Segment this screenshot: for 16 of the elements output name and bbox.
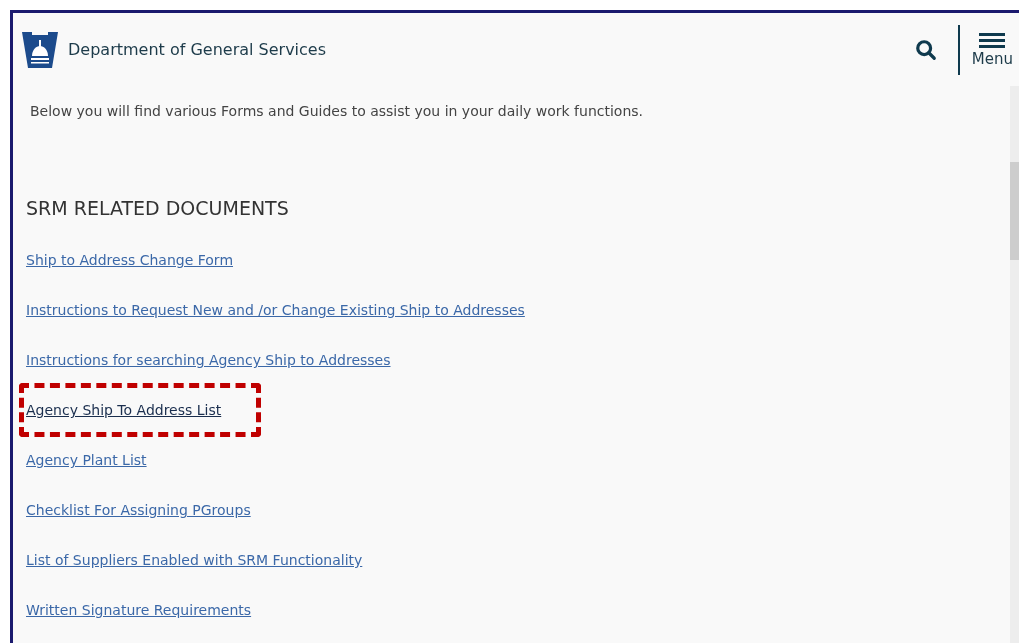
document-link[interactable]: List of Suppliers Enabled with SRM Functionality	[26, 550, 363, 571]
document-link[interactable]: Instructions to Request New and /or Change Existing Ship to Addresses	[26, 300, 525, 321]
site-title[interactable]: Department of General Services	[68, 37, 327, 62]
intro-text: Below you will find various Forms and Guides to assist you in your daily work functions.	[30, 102, 645, 121]
keystone-logo-icon	[20, 29, 60, 70]
document-link[interactable]: Agency Plant List	[26, 450, 147, 471]
section-heading: SRM RELATED DOCUMENTS	[26, 196, 290, 221]
document-link[interactable]: Checklist For Assigning PGroups	[26, 500, 251, 521]
menu-icon	[979, 32, 1006, 49]
scrollbar[interactable]	[1010, 86, 1019, 643]
menu-button[interactable]: Menu	[971, 32, 1013, 67]
document-link[interactable]: Ship to Address Change Form	[26, 250, 233, 271]
search-icon	[914, 38, 937, 61]
document-link[interactable]: Agency Ship To Address List	[26, 400, 222, 421]
document-link[interactable]: Written Signature Requirements	[26, 600, 252, 621]
document-link[interactable]: Instructions for searching Agency Ship to Addresses	[26, 350, 391, 371]
